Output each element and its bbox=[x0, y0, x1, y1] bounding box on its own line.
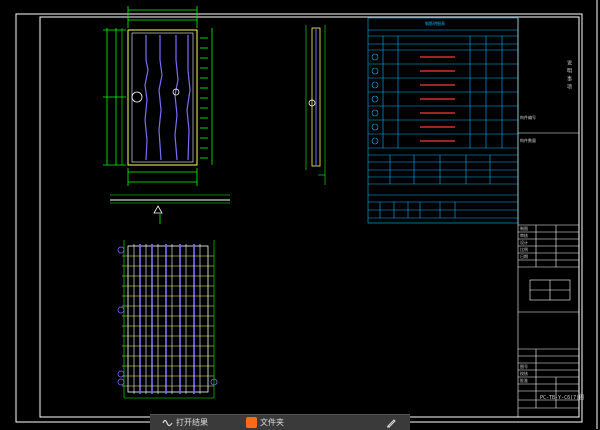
panel-outline bbox=[127, 29, 198, 166]
tb-label-7: 批准 bbox=[520, 378, 528, 383]
rebar-schedule-table bbox=[367, 17, 519, 224]
panel-elevation-view bbox=[103, 6, 213, 186]
schedule-row-circles bbox=[371, 53, 379, 145]
side-note-2: 构件数量 bbox=[520, 138, 536, 143]
panel-section-strip bbox=[110, 194, 230, 224]
pen-edit-icon[interactable] bbox=[386, 417, 397, 428]
tb-label-2: 设计 bbox=[520, 240, 528, 245]
tb-label-4: 日期 bbox=[520, 254, 528, 259]
audio-wave-icon bbox=[162, 419, 173, 427]
tb-label-0: 制图 bbox=[520, 226, 528, 231]
panel-side-view bbox=[305, 25, 326, 185]
tb-label-5: 图号 bbox=[520, 364, 528, 369]
rebar-layout-view bbox=[117, 240, 218, 399]
tb-label-3: 比例 bbox=[520, 247, 528, 252]
inner-frame bbox=[39, 16, 580, 418]
tb-label-1: 审核 bbox=[520, 233, 528, 238]
tb-label-6: 校核 bbox=[520, 371, 528, 376]
taskbar-item-label-0[interactable]: 打开结果 bbox=[176, 417, 208, 428]
side-note-1: 构件编号 bbox=[520, 115, 536, 120]
schedule-red-marks bbox=[420, 56, 455, 142]
taskbar-item-label-1[interactable]: 文件夹 bbox=[260, 417, 284, 428]
cad-drawing-canvas[interactable] bbox=[0, 0, 600, 429]
vertical-note: 说 明 事 项 bbox=[566, 60, 572, 90]
drawing-name: PC-TB-Y-C6(7)图 bbox=[540, 395, 585, 401]
taskbar: 打开结果 文件夹 bbox=[150, 414, 410, 430]
orange-app-icon bbox=[246, 417, 257, 428]
schedule-title: 钢筋明细表 bbox=[425, 21, 445, 26]
